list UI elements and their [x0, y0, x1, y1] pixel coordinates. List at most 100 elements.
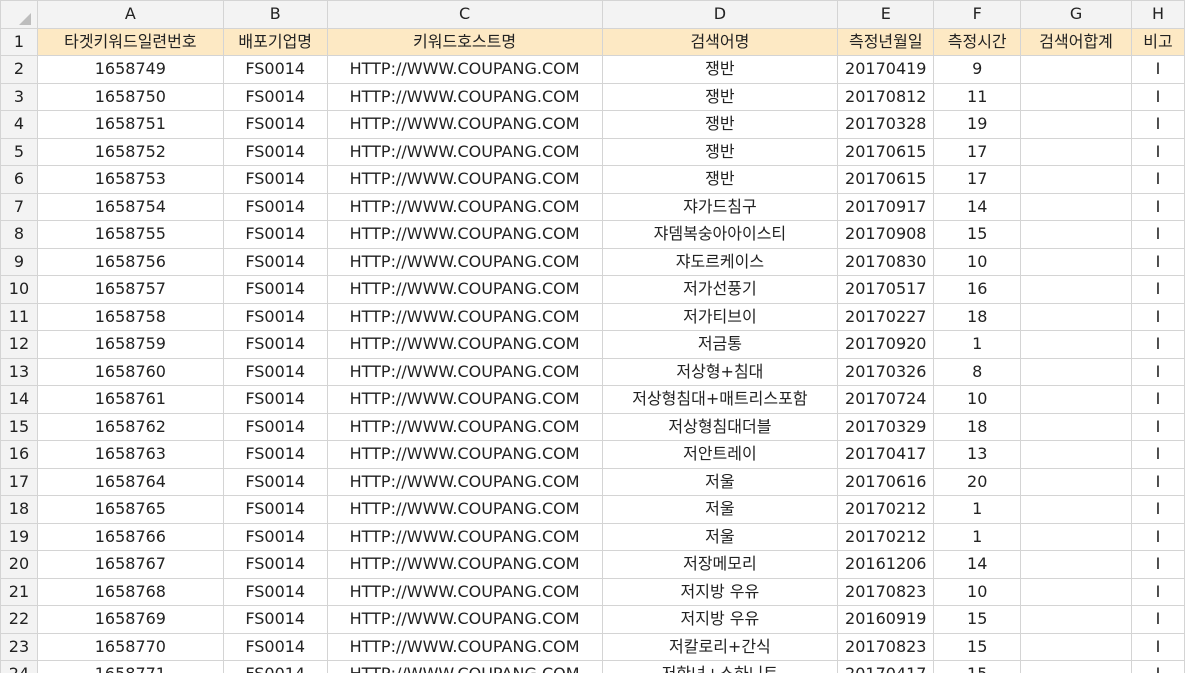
- cell-f[interactable]: 13: [933, 440, 1022, 469]
- cell-d[interactable]: 쟁반: [601, 110, 839, 139]
- row-heading[interactable]: 24: [0, 660, 38, 673]
- cell-h[interactable]: I: [1131, 495, 1185, 524]
- cell-h[interactable]: I: [1131, 357, 1185, 386]
- cell-d[interactable]: 쟁반: [601, 137, 839, 166]
- cell-a[interactable]: 1658765: [36, 495, 224, 524]
- row-heading[interactable]: 6: [0, 165, 38, 194]
- cell-b[interactable]: FS0014: [222, 82, 328, 111]
- header-cell-c[interactable]: 키워드호스트명: [326, 27, 603, 56]
- cell-g[interactable]: [1020, 247, 1133, 276]
- cell-e[interactable]: 20170616: [837, 467, 935, 496]
- cell-c[interactable]: HTTP://WWW.COUPANG.COM: [326, 385, 603, 414]
- cell-a[interactable]: 1658766: [36, 522, 224, 551]
- cell-a[interactable]: 1658756: [36, 247, 224, 276]
- column-heading-b[interactable]: B: [222, 0, 328, 29]
- cell-c[interactable]: HTTP://WWW.COUPANG.COM: [326, 550, 603, 579]
- cell-d[interactable]: 저상형+침대: [601, 357, 839, 386]
- cell-c[interactable]: HTTP://WWW.COUPANG.COM: [326, 137, 603, 166]
- cell-h[interactable]: I: [1131, 467, 1185, 496]
- row-heading[interactable]: 11: [0, 302, 38, 331]
- cell-f[interactable]: 15: [933, 632, 1022, 661]
- cell-c[interactable]: HTTP://WWW.COUPANG.COM: [326, 412, 603, 441]
- cell-c[interactable]: HTTP://WWW.COUPANG.COM: [326, 247, 603, 276]
- row-heading[interactable]: 13: [0, 357, 38, 386]
- cell-d[interactable]: 저금통: [601, 330, 839, 359]
- cell-h[interactable]: I: [1131, 110, 1185, 139]
- cell-e[interactable]: 20170823: [837, 577, 935, 606]
- cell-d[interactable]: 저상형침대더블: [601, 412, 839, 441]
- row-heading[interactable]: 8: [0, 220, 38, 249]
- cell-d[interactable]: 저안트레이: [601, 440, 839, 469]
- cell-f[interactable]: 17: [933, 165, 1022, 194]
- cell-a[interactable]: 1658763: [36, 440, 224, 469]
- cell-a[interactable]: 1658764: [36, 467, 224, 496]
- cell-a[interactable]: 1658770: [36, 632, 224, 661]
- cell-d[interactable]: 저장메모리: [601, 550, 839, 579]
- column-heading-a[interactable]: A: [36, 0, 224, 29]
- cell-f[interactable]: 14: [933, 192, 1022, 221]
- cell-b[interactable]: FS0014: [222, 220, 328, 249]
- cell-e[interactable]: 20170830: [837, 247, 935, 276]
- cell-g[interactable]: [1020, 577, 1133, 606]
- cell-a[interactable]: 1658758: [36, 302, 224, 331]
- cell-h[interactable]: I: [1131, 302, 1185, 331]
- cell-d[interactable]: 저지방 우유: [601, 605, 839, 634]
- cell-b[interactable]: FS0014: [222, 275, 328, 304]
- cell-g[interactable]: [1020, 330, 1133, 359]
- header-cell-a[interactable]: 타겟키워드일련번호: [36, 27, 224, 56]
- cell-d[interactable]: 저울: [601, 522, 839, 551]
- cell-d[interactable]: 저지방 우유: [601, 577, 839, 606]
- cell-g[interactable]: [1020, 302, 1133, 331]
- cell-c[interactable]: HTTP://WWW.COUPANG.COM: [326, 82, 603, 111]
- cell-e[interactable]: 20170417: [837, 440, 935, 469]
- cell-e[interactable]: 20170326: [837, 357, 935, 386]
- cell-a[interactable]: 1658754: [36, 192, 224, 221]
- cell-b[interactable]: FS0014: [222, 495, 328, 524]
- cell-g[interactable]: [1020, 357, 1133, 386]
- cell-e[interactable]: 20170212: [837, 495, 935, 524]
- row-heading[interactable]: 18: [0, 495, 38, 524]
- cell-d[interactable]: 쟈가드침구: [601, 192, 839, 221]
- cell-f[interactable]: 14: [933, 550, 1022, 579]
- row-heading[interactable]: 4: [0, 110, 38, 139]
- cell-d[interactable]: 쟁반: [601, 55, 839, 84]
- cell-a[interactable]: 1658751: [36, 110, 224, 139]
- cell-h[interactable]: I: [1131, 275, 1185, 304]
- cell-b[interactable]: FS0014: [222, 110, 328, 139]
- cell-a[interactable]: 1658769: [36, 605, 224, 634]
- cell-h[interactable]: I: [1131, 165, 1185, 194]
- cell-d[interactable]: 저가티브이: [601, 302, 839, 331]
- row-heading[interactable]: 3: [0, 82, 38, 111]
- cell-e[interactable]: 20170908: [837, 220, 935, 249]
- cell-d[interactable]: 저칼로리+간식: [601, 632, 839, 661]
- cell-g[interactable]: [1020, 632, 1133, 661]
- cell-a[interactable]: 1658752: [36, 137, 224, 166]
- row-heading[interactable]: 7: [0, 192, 38, 221]
- column-heading-h[interactable]: H: [1131, 0, 1185, 29]
- cell-f[interactable]: 18: [933, 412, 1022, 441]
- cell-e[interactable]: 20170212: [837, 522, 935, 551]
- cell-c[interactable]: HTTP://WWW.COUPANG.COM: [326, 192, 603, 221]
- header-cell-g[interactable]: 검색어합계: [1020, 27, 1133, 56]
- cell-c[interactable]: HTTP://WWW.COUPANG.COM: [326, 577, 603, 606]
- cell-b[interactable]: FS0014: [222, 467, 328, 496]
- row-heading[interactable]: 22: [0, 605, 38, 634]
- cell-h[interactable]: I: [1131, 55, 1185, 84]
- cell-h[interactable]: I: [1131, 660, 1185, 673]
- cell-h[interactable]: I: [1131, 632, 1185, 661]
- cell-g[interactable]: [1020, 660, 1133, 673]
- cell-g[interactable]: [1020, 467, 1133, 496]
- cell-g[interactable]: [1020, 220, 1133, 249]
- cell-h[interactable]: I: [1131, 550, 1185, 579]
- cell-h[interactable]: I: [1131, 137, 1185, 166]
- cell-e[interactable]: 20170615: [837, 165, 935, 194]
- cell-b[interactable]: FS0014: [222, 55, 328, 84]
- cell-a[interactable]: 1658753: [36, 165, 224, 194]
- cell-e[interactable]: 20170724: [837, 385, 935, 414]
- cell-e[interactable]: 20170419: [837, 55, 935, 84]
- cell-f[interactable]: 10: [933, 577, 1022, 606]
- cell-f[interactable]: 18: [933, 302, 1022, 331]
- cell-h[interactable]: I: [1131, 247, 1185, 276]
- cell-c[interactable]: HTTP://WWW.COUPANG.COM: [326, 55, 603, 84]
- cell-c[interactable]: HTTP://WWW.COUPANG.COM: [326, 660, 603, 673]
